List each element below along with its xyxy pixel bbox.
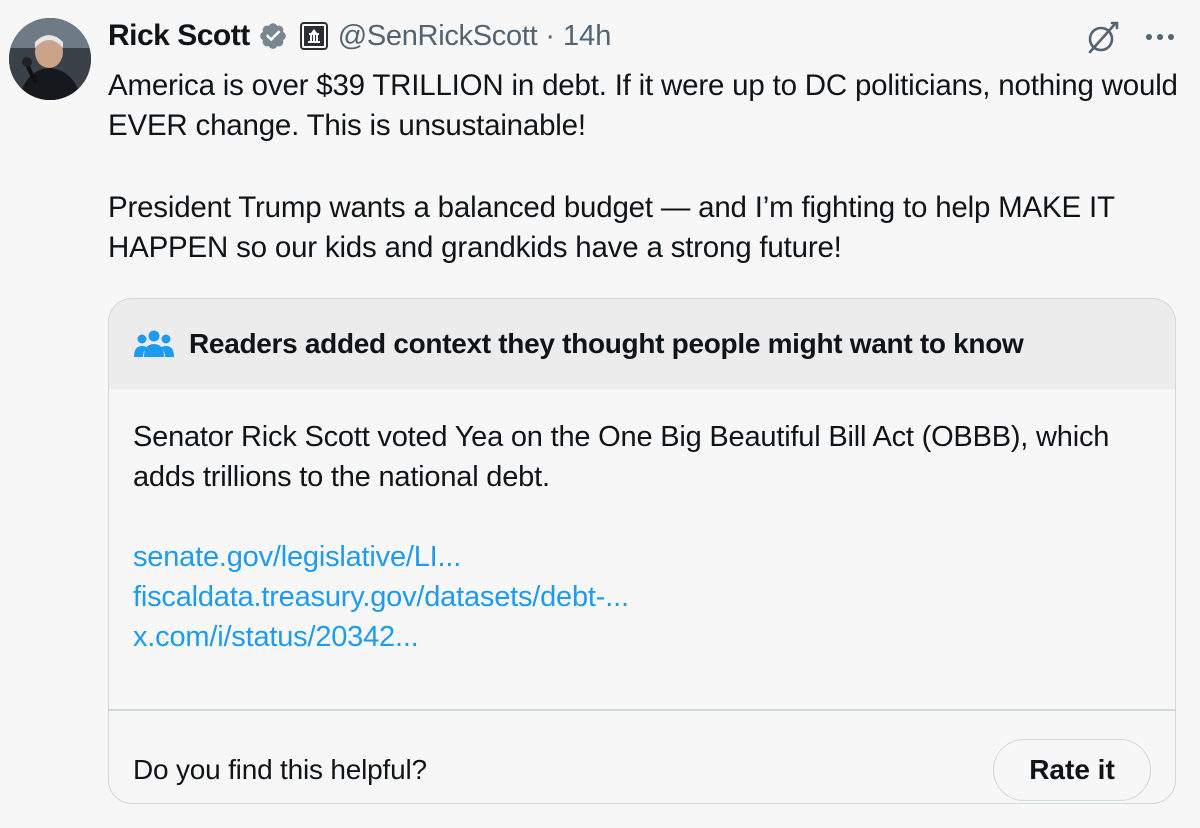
- capitol-building-icon[interactable]: [299, 22, 328, 50]
- community-note: Readers added context they thought peopl…: [108, 298, 1176, 804]
- tweet-header: Rick Scott @SenRickScott · 14h: [108, 14, 611, 58]
- tweet[interactable]: Rick Scott @SenRickScott · 14h America i…: [0, 0, 1200, 828]
- note-source-link[interactable]: senate.gov/legislative/LI...: [133, 537, 1151, 577]
- thread-connector: [120, 0, 420, 4]
- note-source-link[interactable]: fiscaldata.treasury.gov/datasets/debt-..…: [133, 577, 1151, 617]
- community-note-text: Senator Rick Scott voted Yea on the One …: [133, 421, 1110, 493]
- note-source-link[interactable]: x.com/i/status/20342...: [133, 617, 1151, 657]
- community-note-header: Readers added context they thought peopl…: [109, 299, 1175, 389]
- grok-icon[interactable]: [1082, 18, 1122, 58]
- tweet-text: America is over $39 TRILLION in debt. If…: [108, 66, 1188, 310]
- avatar[interactable]: [9, 18, 91, 100]
- tweet-paragraph: President Trump wants a balanced budget …: [108, 191, 1115, 264]
- more-dots-icon[interactable]: [1140, 20, 1180, 54]
- helpful-prompt: Do you find this helpful?: [133, 753, 427, 785]
- community-note-title: Readers added context they thought peopl…: [189, 328, 1024, 359]
- community-note-body: Senator Rick Scott voted Yea on the One …: [109, 389, 1175, 685]
- rate-it-button[interactable]: Rate it: [993, 738, 1151, 801]
- community-note-footer: Do you find this helpful? Rate it: [109, 711, 1175, 804]
- tweet-paragraph: America is over $39 TRILLION in debt. If…: [108, 69, 1178, 142]
- timestamp[interactable]: 14h: [563, 20, 611, 53]
- avatar-image: [9, 18, 91, 100]
- author-handle[interactable]: @SenRickScott: [338, 20, 538, 53]
- verified-badge-icon[interactable]: [258, 21, 288, 51]
- author-name[interactable]: Rick Scott: [108, 19, 250, 53]
- people-group-icon: [133, 327, 175, 361]
- separator: ·: [545, 19, 556, 52]
